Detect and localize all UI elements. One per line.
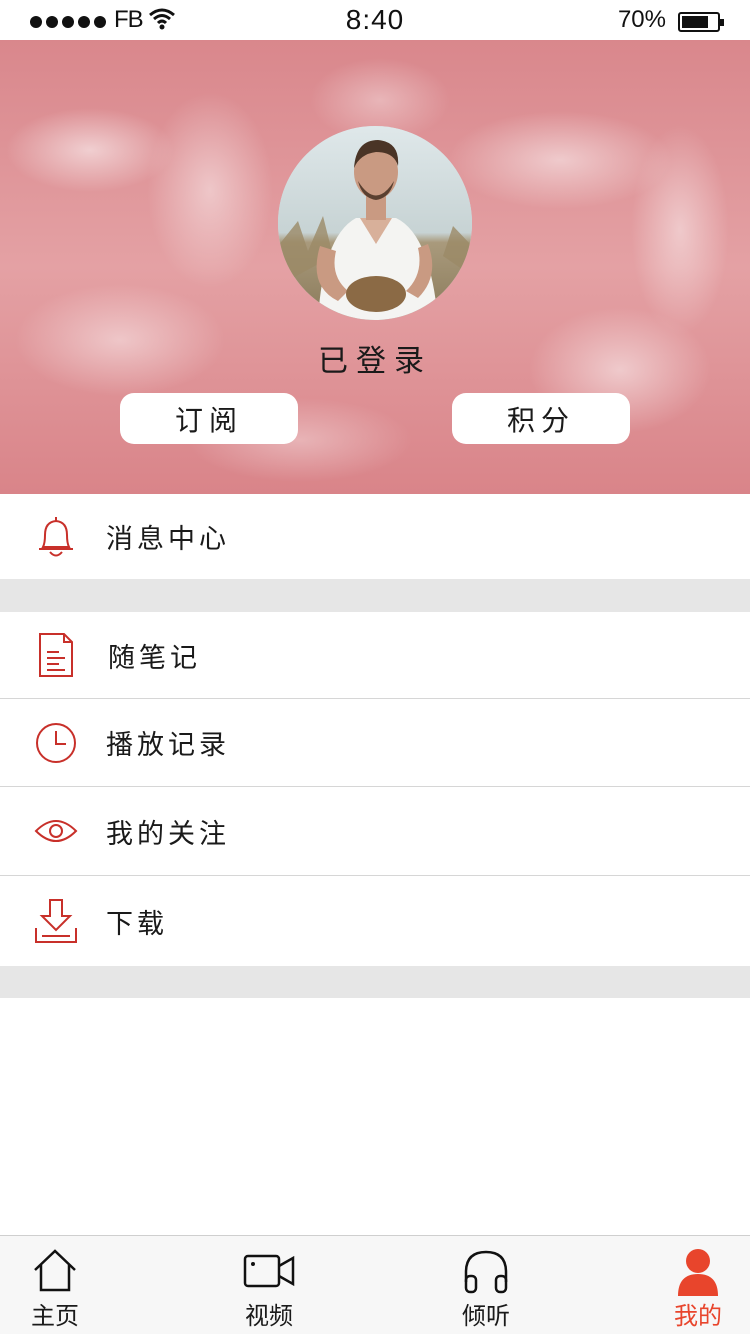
status-bar: FB 8:40 70%: [0, 0, 750, 40]
avatar[interactable]: [278, 126, 472, 320]
profile-header: 已登录 订阅 积分: [0, 40, 750, 494]
headphones-icon: [431, 1248, 541, 1294]
tab-video[interactable]: 视频: [214, 1236, 324, 1334]
bell-icon: [34, 513, 78, 561]
tab-home[interactable]: 主页: [0, 1236, 110, 1334]
menu-item-messages[interactable]: 消息中心: [0, 494, 750, 579]
tab-label-listen: 倾听: [462, 1302, 510, 1330]
menu-item-download[interactable]: 下载: [0, 876, 750, 966]
home-icon: [0, 1248, 110, 1294]
menu-label-following: 我的关注: [106, 818, 230, 850]
screen: FB 8:40 70% 已登录 订阅 积分 消息中心 随笔记 播放记录 我的关注…: [0, 0, 750, 1334]
subscribe-button[interactable]: 订阅: [120, 393, 298, 444]
menu-item-history[interactable]: 播放记录: [0, 699, 750, 786]
menu-label-messages: 消息中心: [106, 524, 230, 555]
points-button[interactable]: 积分: [452, 393, 630, 444]
document-icon: [34, 631, 78, 679]
menu-item-notes[interactable]: 随笔记: [0, 612, 750, 698]
tab-listen[interactable]: 倾听: [431, 1236, 541, 1334]
video-camera-icon: [214, 1248, 324, 1294]
menu-label-download: 下载: [106, 908, 168, 940]
tab-bar: 主页 视频 倾听 我的: [0, 1235, 750, 1334]
tab-label-home: 主页: [31, 1302, 79, 1330]
section-gap: [0, 579, 750, 612]
menu-label-notes: 随笔记: [108, 642, 201, 674]
battery-icon: [678, 12, 724, 32]
tab-label-video: 视频: [245, 1302, 293, 1330]
tab-mine[interactable]: 我的: [643, 1236, 750, 1334]
tab-label-mine: 我的: [674, 1302, 722, 1330]
login-status: 已登录: [318, 344, 432, 379]
section-gap: [0, 966, 750, 998]
clock-icon: [34, 719, 78, 767]
eye-icon: [33, 807, 79, 855]
battery-percentage: 70%: [617, 6, 666, 33]
menu-label-history: 播放记录: [106, 730, 230, 761]
download-icon: [34, 897, 78, 945]
menu-item-following[interactable]: 我的关注: [0, 787, 750, 875]
user-icon: [643, 1248, 750, 1296]
